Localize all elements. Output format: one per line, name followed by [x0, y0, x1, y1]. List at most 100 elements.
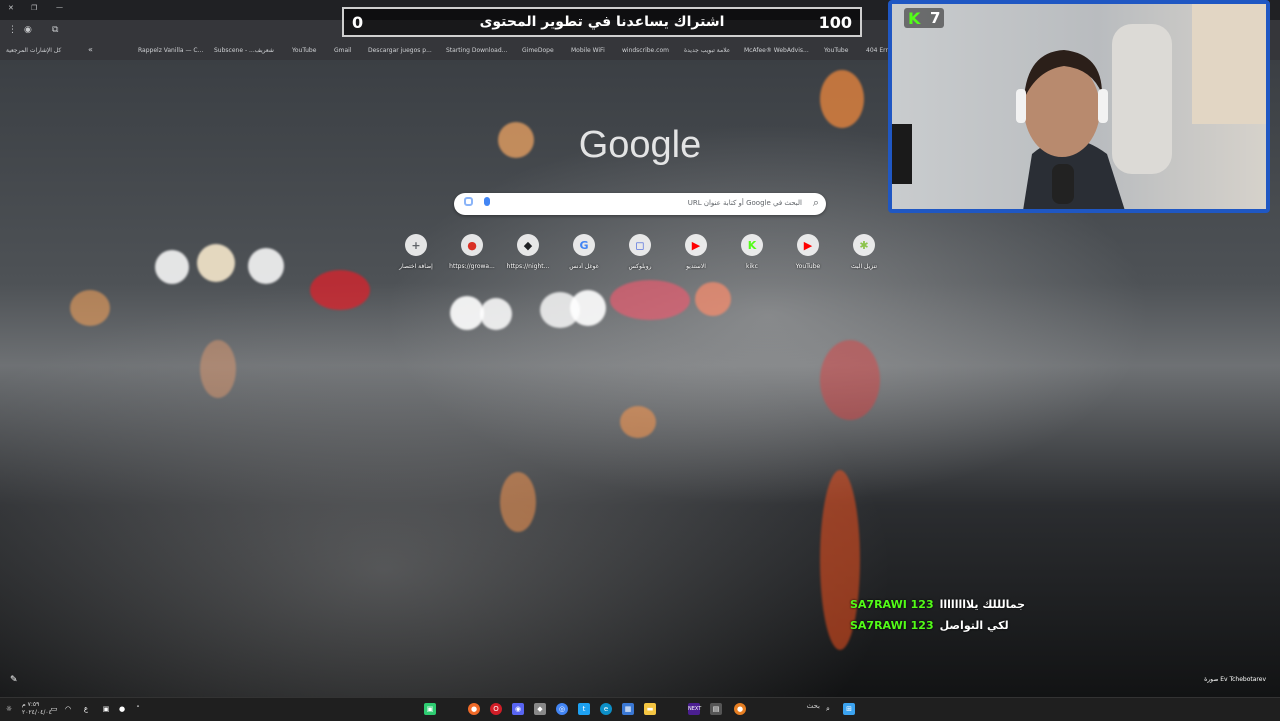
taskbar-search[interactable]: بحث: [750, 702, 820, 716]
shortcut-tile[interactable]: ▶ الاستديو: [668, 234, 724, 270]
bookmark-item[interactable]: Mobile WiFi: [571, 47, 605, 54]
wifi-icon[interactable]: ◠: [62, 703, 74, 715]
taskbar-search-icon[interactable]: ⌕: [822, 703, 834, 715]
taskbar-app-icon[interactable]: ▣: [424, 703, 436, 715]
youtube-studio-icon: ▶: [685, 234, 707, 256]
mic-icon[interactable]: [484, 197, 490, 206]
notification-icon[interactable]: ☼: [3, 703, 15, 715]
lens-icon[interactable]: [464, 197, 473, 206]
ghost-icon: ◆: [517, 234, 539, 256]
taskbar-app-icon[interactable]: ●: [734, 703, 746, 715]
youtube-icon: ▶: [797, 234, 819, 256]
restore-icon[interactable]: ❐: [31, 4, 37, 12]
kick-icon: K: [741, 234, 763, 256]
search-icon: ⌕: [812, 196, 819, 209]
profile-icon[interactable]: ◉: [24, 25, 32, 35]
bokeh-light: [570, 290, 606, 326]
taskbar-app-icon[interactable]: ●: [468, 703, 480, 715]
shortcut-label: الاستديو: [686, 263, 706, 270]
apple-icon: ●: [461, 234, 483, 256]
webcam-scene: [892, 4, 1266, 209]
bokeh-light: [480, 298, 512, 330]
tray-icon[interactable]: ▣: [100, 703, 112, 715]
shortcut-tile[interactable]: ◻ روبلوكس: [612, 234, 668, 270]
bookmarks-overflow-icon[interactable]: «: [88, 45, 93, 54]
google-logo: Google: [578, 124, 702, 166]
bokeh-light: [70, 290, 110, 326]
battery-icon[interactable]: ▭: [48, 703, 60, 715]
shortcut-label: https://growa...: [449, 263, 495, 270]
webcam-overlay: K 7: [888, 0, 1270, 213]
bokeh-light: [248, 248, 284, 284]
twitter-icon[interactable]: t: [578, 703, 590, 715]
extensions-icon[interactable]: ⧉: [52, 25, 58, 35]
bookmark-item[interactable]: Descargar juegos p...: [368, 47, 432, 54]
shortcut-label: تنزيل البث: [850, 263, 878, 270]
bokeh-light: [500, 472, 536, 532]
download-icon: ✱: [853, 234, 875, 256]
tray-overflow-icon[interactable]: ˄: [132, 703, 144, 715]
edge-icon[interactable]: e: [600, 703, 612, 715]
shortcut-tile[interactable]: ▶ YouTube: [780, 234, 836, 270]
bokeh-light: [450, 296, 484, 330]
bokeh-light: [820, 70, 864, 128]
shortcut-label: روبلوكس: [628, 263, 652, 270]
windows-taskbar: ٧:٥٩ م ٢٠٢٤/٠٤/٠٤ ☼ ▭ ◠ ع ▣ ● ˄ ▣ ● O ◉ …: [0, 697, 1280, 721]
bookmark-item[interactable]: Subscene - ...شعريف: [214, 47, 274, 54]
search-input[interactable]: البحث في Google أو كتابة عنوان URL ⌕: [454, 193, 826, 215]
store-icon[interactable]: ▦: [622, 703, 634, 715]
taskbar-app-icon[interactable]: ◆: [534, 703, 546, 715]
bookmark-item[interactable]: YouTube: [292, 47, 316, 54]
all-bookmarks-button[interactable]: كل الإشارات المرجعية: [6, 47, 61, 54]
shortcut-label: YouTube: [795, 263, 821, 270]
menu-dots-icon[interactable]: ⋮: [8, 25, 17, 35]
bokeh-light: [610, 280, 690, 320]
bookmark-item[interactable]: Rappelz Vanilla — C...: [138, 47, 203, 54]
kick-viewer-count: 7: [930, 9, 941, 27]
bookmark-item[interactable]: علامة تبويب جديدة: [684, 47, 730, 54]
photo-credit[interactable]: صورة Ev Tchebotarev: [1204, 676, 1266, 683]
shortcut-label: https://night...: [506, 263, 550, 270]
bookmark-item[interactable]: windscribe.com: [622, 47, 669, 54]
chrome-icon[interactable]: ◎: [556, 703, 568, 715]
discord-icon[interactable]: ◉: [512, 703, 524, 715]
shortcut-label: إضافة اختصار: [399, 263, 433, 270]
bookmark-item[interactable]: McAfee® WebAdvis...: [744, 47, 809, 54]
bokeh-light: [200, 340, 236, 398]
windows-start-icon[interactable]: ⊞: [843, 703, 855, 715]
mic-tray-icon[interactable]: ●: [116, 703, 128, 715]
kick-logo-icon: K: [908, 9, 921, 28]
roblox-icon: ◻: [629, 234, 651, 256]
shortcut-tile[interactable]: + إضافة اختصار: [388, 234, 444, 270]
shortcut-tile[interactable]: ◆ https://night...: [500, 234, 556, 270]
shortcut-tile[interactable]: ● https://growa...: [444, 234, 500, 270]
search-placeholder: البحث في Google أو كتابة عنوان URL: [687, 199, 802, 207]
chat-message: SA7RAWI 123 لكي التواصل: [850, 619, 1009, 632]
minimize-icon[interactable]: —: [56, 3, 63, 11]
chat-message: SA7RAWI 123 جمالللك يلاااااااا: [850, 598, 1025, 611]
chat-text: جمالللك يلاااااااا: [939, 598, 1026, 611]
bookmark-item[interactable]: 404 Err: [866, 47, 888, 54]
opera-icon[interactable]: O: [490, 703, 502, 715]
taskbar-app-icon[interactable]: ▤: [710, 703, 722, 715]
plus-icon: +: [405, 234, 427, 256]
shortcut-tile[interactable]: G غوغل أدنس: [556, 234, 612, 270]
google-icon: G: [573, 234, 595, 256]
bookmark-item[interactable]: YouTube: [824, 47, 848, 54]
bookmark-item[interactable]: GimeDope: [522, 47, 554, 54]
bokeh-light: [695, 282, 731, 316]
shortcut-tile[interactable]: ✱ تنزيل البث: [836, 234, 892, 270]
netflix-icon[interactable]: NEXT: [688, 703, 701, 715]
file-explorer-icon[interactable]: ▬: [644, 703, 656, 715]
bookmark-item[interactable]: Gmail: [334, 47, 352, 54]
bokeh-light: [197, 244, 235, 282]
shortcut-tile[interactable]: Kkikc: [724, 234, 780, 270]
close-icon[interactable]: ✕: [8, 4, 14, 12]
customize-pencil-icon[interactable]: ✎: [10, 675, 18, 685]
chat-text: لكي التواصل: [939, 619, 1009, 632]
bokeh-light: [620, 406, 656, 438]
bookmark-item[interactable]: Starting Download...: [446, 47, 507, 54]
language-indicator[interactable]: ع: [80, 703, 92, 715]
shortcut-label: kikc: [746, 263, 758, 270]
bokeh-light: [155, 250, 189, 284]
